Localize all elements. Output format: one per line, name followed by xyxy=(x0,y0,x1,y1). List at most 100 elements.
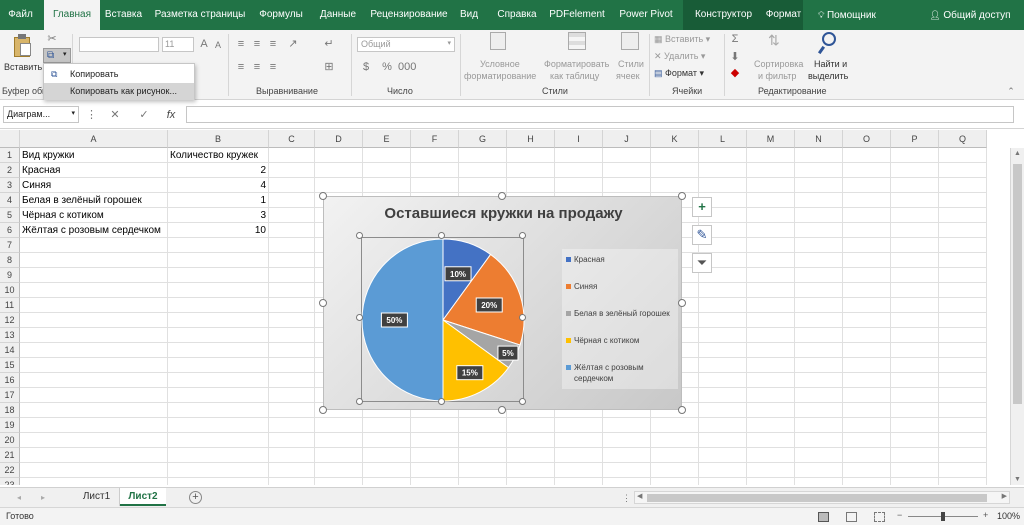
cell[interactable] xyxy=(795,268,843,283)
row-header[interactable]: 8 xyxy=(0,253,20,268)
cell[interactable] xyxy=(843,403,891,418)
cell[interactable] xyxy=(795,463,843,478)
cell[interactable] xyxy=(795,403,843,418)
row-header[interactable]: 1 xyxy=(0,148,20,163)
cell[interactable] xyxy=(269,328,315,343)
cell[interactable] xyxy=(795,313,843,328)
cell[interactable] xyxy=(168,268,269,283)
cell[interactable] xyxy=(891,463,939,478)
vertical-scrollbar[interactable]: ▲ ▼ xyxy=(1010,148,1024,485)
cell[interactable] xyxy=(939,433,987,448)
cell[interactable] xyxy=(795,418,843,433)
cell[interactable] xyxy=(168,328,269,343)
tab-7[interactable]: Вид xyxy=(455,0,483,30)
cell[interactable] xyxy=(795,328,843,343)
plot-handle[interactable] xyxy=(356,398,363,405)
cell[interactable] xyxy=(459,478,507,485)
cell[interactable] xyxy=(747,328,795,343)
row-header[interactable]: 14 xyxy=(0,343,20,358)
cell[interactable] xyxy=(699,358,747,373)
horizontal-scrollbar[interactable]: ◀ ▶ xyxy=(634,491,1010,504)
column-header[interactable]: G xyxy=(459,130,507,148)
column-header[interactable]: Q xyxy=(939,130,987,148)
legend-item[interactable]: Синяя xyxy=(566,281,678,292)
pie-chart[interactable]: Оставшиеся кружки на продажу 10% 20% 5% 15%… xyxy=(323,196,682,410)
cell-mug-name[interactable]: Красная xyxy=(20,163,168,178)
cell[interactable] xyxy=(269,433,315,448)
scroll-right-icon[interactable]: ▶ xyxy=(1002,492,1007,500)
plot-handle[interactable] xyxy=(519,314,526,321)
cell[interactable] xyxy=(168,373,269,388)
add-sheet-button[interactable]: + xyxy=(189,491,202,504)
column-header[interactable]: K xyxy=(651,130,699,148)
cell[interactable] xyxy=(747,208,795,223)
cell[interactable] xyxy=(651,463,699,478)
cell[interactable] xyxy=(795,373,843,388)
cell[interactable] xyxy=(939,223,987,238)
cell[interactable] xyxy=(315,178,363,193)
plot-handle[interactable] xyxy=(356,314,363,321)
cell[interactable] xyxy=(603,148,651,163)
page-layout-icon[interactable] xyxy=(846,512,857,522)
cell[interactable] xyxy=(795,238,843,253)
cell[interactable] xyxy=(20,268,168,283)
cell[interactable] xyxy=(843,358,891,373)
cell[interactable] xyxy=(363,433,411,448)
resize-handle[interactable] xyxy=(678,299,686,307)
cell[interactable] xyxy=(939,403,987,418)
cell[interactable] xyxy=(168,238,269,253)
cell[interactable] xyxy=(555,163,603,178)
paste-button[interactable]: Вставить xyxy=(4,34,42,84)
cell[interactable] xyxy=(843,178,891,193)
cell[interactable] xyxy=(20,478,168,485)
cell[interactable] xyxy=(843,418,891,433)
cell[interactable] xyxy=(269,283,315,298)
cell-mug-count[interactable]: 2 xyxy=(168,163,269,178)
cell[interactable] xyxy=(363,418,411,433)
cell[interactable] xyxy=(747,358,795,373)
cell[interactable] xyxy=(603,163,651,178)
cell[interactable] xyxy=(20,448,168,463)
prev-sheet-icon[interactable]: ◂ xyxy=(14,491,24,505)
row-header[interactable]: 10 xyxy=(0,283,20,298)
cell[interactable] xyxy=(939,418,987,433)
data-label[interactable]: 50% xyxy=(380,312,408,328)
hscroll-thumb[interactable] xyxy=(647,494,987,502)
cell[interactable] xyxy=(507,478,555,485)
cell[interactable] xyxy=(20,238,168,253)
resize-handle[interactable] xyxy=(498,406,506,414)
cell[interactable] xyxy=(939,373,987,388)
tab-4[interactable]: Формулы xyxy=(252,0,310,30)
zoom-thumb[interactable] xyxy=(941,512,945,521)
next-sheet-icon[interactable]: ▸ xyxy=(38,491,48,505)
collapse-ribbon-icon[interactable]: ⌃ xyxy=(1004,84,1018,98)
row-header[interactable]: 11 xyxy=(0,298,20,313)
cell[interactable] xyxy=(795,208,843,223)
cell[interactable] xyxy=(891,478,939,485)
cell[interactable] xyxy=(891,223,939,238)
row-header[interactable]: 18 xyxy=(0,403,20,418)
cell[interactable] xyxy=(411,163,459,178)
cell[interactable] xyxy=(269,238,315,253)
cell[interactable] xyxy=(843,478,891,485)
cell[interactable] xyxy=(939,478,987,485)
merge-icon[interactable]: ⊞ xyxy=(322,60,336,74)
column-header[interactable]: E xyxy=(363,130,411,148)
cell[interactable] xyxy=(168,478,269,485)
cell[interactable] xyxy=(939,253,987,268)
row-header[interactable]: 3 xyxy=(0,178,20,193)
zoom-slider[interactable] xyxy=(908,512,978,521)
cell[interactable] xyxy=(507,178,555,193)
chart-legend[interactable]: Красная Синяя Белая в зелёный горошек Чёрна… xyxy=(562,249,678,389)
tab-12[interactable]: Формат xyxy=(764,0,803,30)
cell[interactable] xyxy=(507,433,555,448)
cell[interactable] xyxy=(20,298,168,313)
cell[interactable] xyxy=(891,328,939,343)
cell[interactable] xyxy=(891,343,939,358)
copy-menu-item[interactable]: ⧉ Копировать xyxy=(44,66,194,83)
cell[interactable] xyxy=(269,388,315,403)
cell[interactable] xyxy=(315,433,363,448)
column-header[interactable]: M xyxy=(747,130,795,148)
cell[interactable] xyxy=(891,268,939,283)
cell[interactable] xyxy=(168,358,269,373)
